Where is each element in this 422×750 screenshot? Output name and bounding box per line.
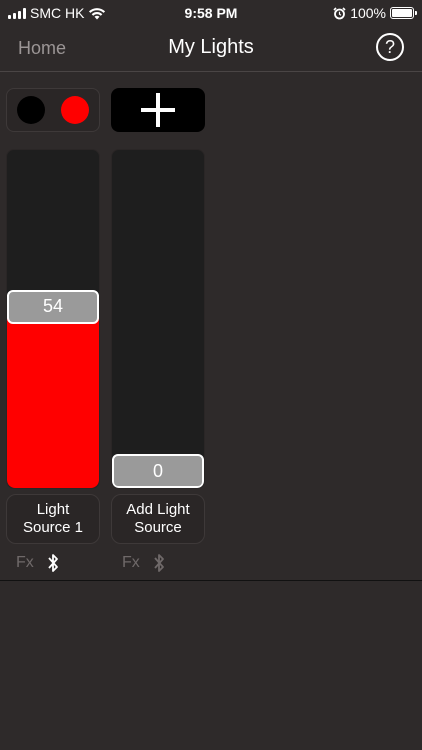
fx-button[interactable]: Fx bbox=[122, 554, 140, 572]
status-bar: SMC HK 9:58 PM 100% bbox=[0, 0, 422, 26]
nav-bar: Home My Lights ? bbox=[0, 26, 422, 72]
slider-value: 0 bbox=[152, 460, 163, 481]
slider-thumb[interactable]: 54 bbox=[7, 289, 99, 324]
slider-thumb[interactable]: 0 bbox=[112, 454, 204, 488]
plus-icon bbox=[141, 93, 175, 127]
status-left: SMC HK bbox=[8, 5, 106, 21]
light-source-1-label[interactable]: Light Source 1 bbox=[6, 494, 100, 544]
battery-percent: 100% bbox=[350, 5, 386, 21]
color-toggle[interactable] bbox=[6, 88, 100, 132]
page-title: My Lights bbox=[168, 36, 254, 58]
black-dot-icon[interactable] bbox=[17, 96, 45, 124]
help-button[interactable]: ? bbox=[376, 33, 404, 61]
bluetooth-icon[interactable] bbox=[46, 552, 60, 574]
bluetooth-icon[interactable] bbox=[152, 552, 166, 574]
add-light-source-slider[interactable]: 0 bbox=[111, 149, 205, 489]
light-source-1-slider[interactable]: 54 bbox=[6, 149, 100, 489]
status-right: 100% bbox=[333, 5, 417, 21]
add-light-source-label[interactable]: Add Light Source bbox=[111, 494, 205, 544]
alarm-icon bbox=[333, 6, 346, 19]
fx-button[interactable]: Fx bbox=[16, 554, 34, 572]
slider-value: 54 bbox=[42, 296, 64, 317]
fx-row: Fx bbox=[122, 552, 166, 574]
red-dot-icon[interactable] bbox=[61, 96, 89, 124]
divider bbox=[0, 580, 422, 581]
slider-fill bbox=[7, 306, 99, 488]
fx-row: Fx bbox=[16, 552, 60, 574]
wifi-icon bbox=[89, 7, 106, 19]
carrier-label: SMC HK bbox=[30, 5, 85, 21]
signal-icon bbox=[8, 7, 26, 19]
question-mark-icon: ? bbox=[384, 36, 395, 57]
battery-icon bbox=[390, 7, 417, 19]
add-light-button[interactable] bbox=[111, 88, 205, 132]
